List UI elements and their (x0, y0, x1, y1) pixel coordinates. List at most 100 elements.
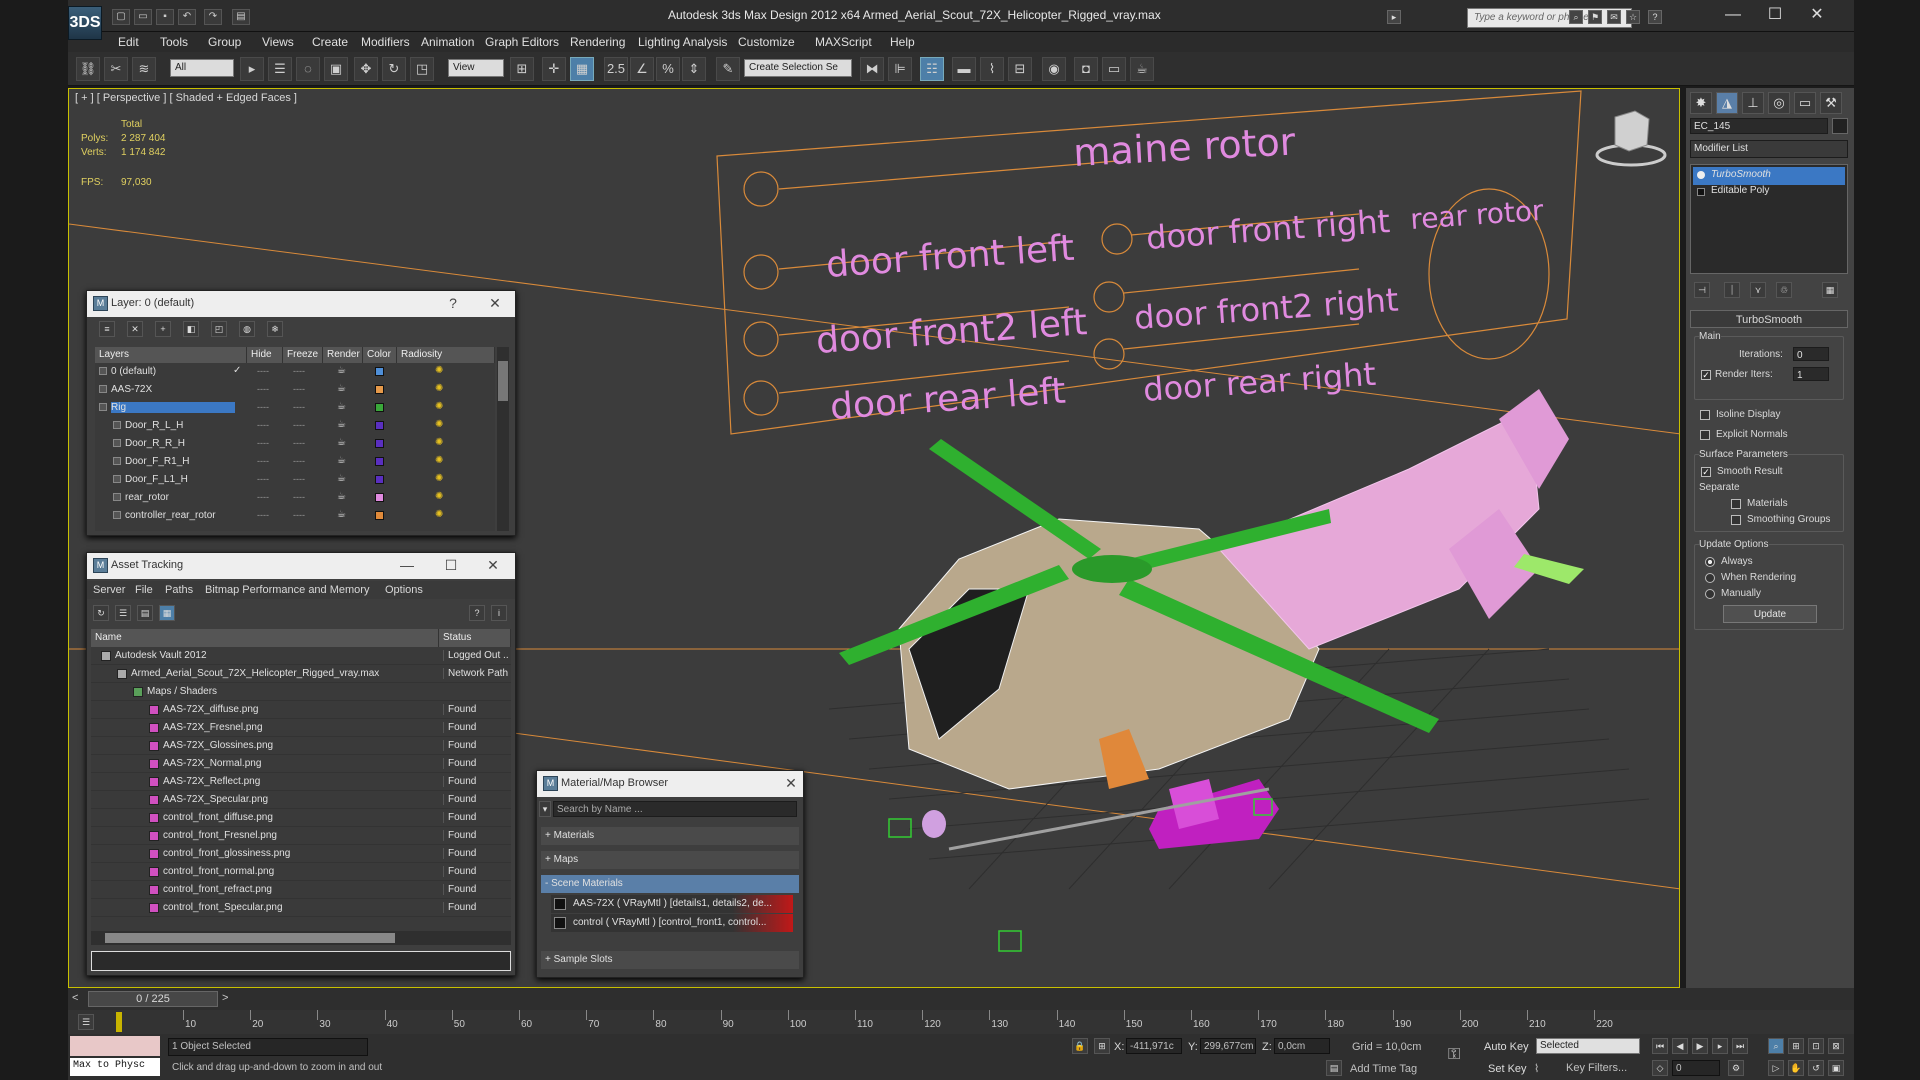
motion-tab-icon[interactable]: ◎ (1768, 92, 1790, 114)
asset-menu-file[interactable]: File (135, 584, 153, 596)
render-teapot-icon[interactable]: ☕ (337, 509, 346, 520)
menu-rendering[interactable]: Rendering (570, 35, 625, 49)
menu-maxscript[interactable]: MAXScript (815, 35, 872, 49)
keyboard-shortcut-override-icon[interactable]: ▦ (570, 57, 594, 81)
set-key-button[interactable]: Set Key (1488, 1063, 1527, 1075)
zoom-icon[interactable]: ⌕ (1768, 1038, 1784, 1054)
layer-row[interactable]: controller_rear_rotor ---- ---- ☕ ✺ (95, 507, 495, 525)
layer-row[interactable]: 0 (default) ✓ ---- ---- ☕ ✺ (95, 363, 495, 381)
col-freeze[interactable]: Freeze (283, 347, 323, 363)
section-maps[interactable]: + Maps (541, 851, 799, 869)
select-link-icon[interactable]: ⛓ (76, 57, 100, 81)
radiosity-icon[interactable]: ✺ (435, 437, 443, 448)
asset-row[interactable]: AAS-72X_Normal.png Found (91, 755, 511, 773)
x-coordinate-field[interactable]: -411,971c (1126, 1038, 1182, 1054)
menu-modifiers[interactable]: Modifiers (361, 35, 410, 49)
unlink-icon[interactable]: ✂ (104, 57, 128, 81)
select-object-icon[interactable]: ▸ (240, 57, 264, 81)
pin-stack-icon[interactable]: ⊣ (1694, 282, 1710, 298)
asset-path-field[interactable] (91, 951, 511, 971)
previous-frame-icon[interactable]: ◀ (1672, 1038, 1688, 1054)
selection-filter-dropdown[interactable]: All (170, 59, 234, 77)
listener-input[interactable]: Max to Physc (70, 1058, 160, 1076)
freeze-all-layers-icon[interactable]: ❄ (267, 321, 283, 337)
orbit-icon[interactable]: ↺ (1808, 1060, 1824, 1076)
configure-sets-icon[interactable]: ▦ (1822, 282, 1838, 298)
field-of-view-icon[interactable]: ▷ (1768, 1060, 1784, 1076)
time-slider[interactable]: 0 / 225 (88, 991, 218, 1007)
material-editor-icon[interactable]: ◉ (1042, 57, 1066, 81)
render-teapot-icon[interactable]: ☕ (337, 491, 346, 502)
highlight-selected-icon[interactable]: ◰ (211, 321, 227, 337)
play-icon[interactable]: ▶ (1692, 1038, 1708, 1054)
layer-color-swatch[interactable] (375, 457, 384, 466)
close-button[interactable]: ✕ (1796, 2, 1838, 28)
delete-layer-icon[interactable]: ✕ (127, 321, 143, 337)
layer-name[interactable]: rear_rotor (125, 492, 235, 503)
hide-toggle[interactable]: ---- (257, 492, 269, 502)
rotate-icon[interactable]: ↻ (382, 57, 406, 81)
window-crossing-icon[interactable]: ▣ (324, 57, 348, 81)
add-time-tag[interactable]: Add Time Tag (1350, 1063, 1417, 1075)
key-mode-dropdown[interactable]: Selected (1536, 1038, 1640, 1054)
add-to-layer-icon[interactable]: + (155, 321, 171, 337)
asset-menu-options[interactable]: Options (385, 584, 423, 596)
layer-color-swatch[interactable] (375, 439, 384, 448)
select-manipulate-icon[interactable]: ✛ (542, 57, 566, 81)
freeze-toggle[interactable]: ---- (293, 420, 305, 430)
layer-name[interactable]: Door_R_L_H (125, 420, 235, 431)
render-teapot-icon[interactable]: ☕ (337, 473, 346, 484)
menu-tools[interactable]: Tools (160, 35, 188, 49)
menu-customize[interactable]: Customize (738, 35, 795, 49)
object-name-field[interactable]: EC_145 (1690, 118, 1828, 134)
asset-row[interactable]: control_front_glossiness.png Found (91, 845, 511, 863)
minimize-button[interactable]: — (1712, 2, 1754, 28)
absolute-mode-icon[interactable]: ⊞ (1094, 1038, 1110, 1054)
menu-graph-editors[interactable]: Graph Editors (485, 35, 559, 49)
col-color[interactable]: Color (363, 347, 397, 363)
layer-name[interactable]: Rig (111, 402, 235, 413)
undo-icon[interactable]: ↶ (178, 9, 196, 25)
go-to-end-icon[interactable]: ⏭ (1732, 1038, 1748, 1054)
table-view-icon[interactable]: ▦ (159, 605, 175, 621)
tree-view-icon[interactable]: ▤ (137, 605, 153, 621)
update-button[interactable]: Update (1723, 605, 1817, 623)
render-iters-checkbox[interactable]: ✓ (1701, 370, 1711, 380)
subscription-icon[interactable]: ⚑ (1588, 10, 1602, 24)
save-icon[interactable]: ▪ (156, 9, 174, 25)
browser-options-icon[interactable]: ▾ (539, 801, 551, 817)
layer-help-button[interactable]: ? (445, 296, 461, 312)
layer-row[interactable]: rear_rotor ---- ---- ☕ ✺ (95, 489, 495, 507)
iterations-spinner[interactable]: 0 (1793, 347, 1829, 361)
y-coordinate-field[interactable]: 299,677cm (1200, 1038, 1256, 1054)
radiosity-icon[interactable]: ✺ (435, 365, 443, 376)
radiosity-icon[interactable]: ✺ (435, 419, 443, 430)
stack-item-editable-poly[interactable]: Editable Poly (1693, 183, 1845, 201)
radiosity-icon[interactable]: ✺ (435, 455, 443, 466)
layer-close-button[interactable]: ✕ (487, 296, 503, 312)
time-configuration-icon[interactable]: ⚙ (1728, 1060, 1744, 1076)
freeze-toggle[interactable]: ---- (293, 474, 305, 484)
binoculars-icon[interactable]: ⌕ (1569, 10, 1583, 24)
layer-color-swatch[interactable] (375, 367, 384, 376)
asset-row[interactable]: Armed_Aerial_Scout_72X_Helicopter_Rigged… (91, 665, 511, 683)
graphite-ribbon-icon[interactable]: ▬ (952, 57, 976, 81)
reference-coord-dropdown[interactable]: View (448, 59, 504, 77)
layer-name[interactable]: controller_rear_rotor (125, 510, 235, 521)
curve-editor-icon[interactable]: ⌇ (980, 57, 1004, 81)
layer-name[interactable]: Door_R_R_H (125, 438, 235, 449)
asset-row[interactable]: AAS-72X_diffuse.png Found (91, 701, 511, 719)
create-layer-icon[interactable]: ≡ (99, 321, 115, 337)
col-status[interactable]: Status (439, 629, 511, 647)
asset-row[interactable]: AAS-72X_Glossines.png Found (91, 737, 511, 755)
rendered-frame-window-icon[interactable]: ▭ (1102, 57, 1126, 81)
radiosity-icon[interactable]: ✺ (435, 509, 443, 520)
layer-color-swatch[interactable] (375, 403, 384, 412)
zoom-all-icon[interactable]: ⊞ (1788, 1038, 1804, 1054)
radiosity-icon[interactable]: ✺ (435, 383, 443, 394)
viewport-label[interactable]: [ + ] [ Perspective ] [ Shaded + Edged F… (75, 92, 297, 104)
asset-row[interactable]: AAS-72X_Reflect.png Found (91, 773, 511, 791)
hide-toggle[interactable]: ---- (257, 438, 269, 448)
menu-create[interactable]: Create (312, 35, 348, 49)
col-render[interactable]: Render (323, 347, 363, 363)
